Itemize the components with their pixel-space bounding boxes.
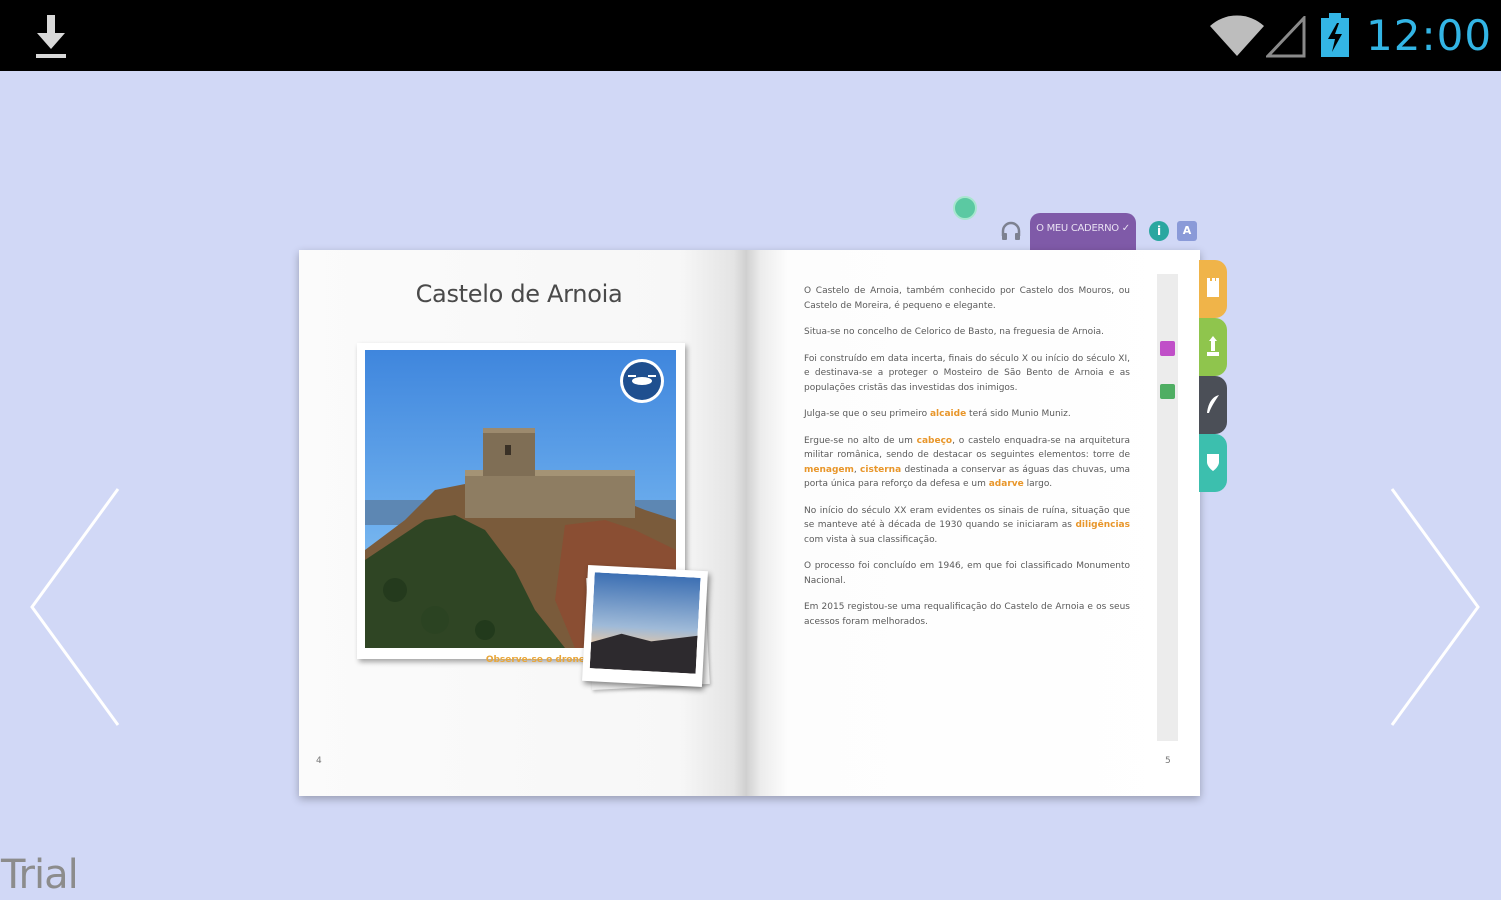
- page-left[interactable]: Castelo de Arnoia Observe-se o drone 4: [299, 250, 747, 796]
- shield-tab[interactable]: [1199, 434, 1227, 492]
- chevron-right-icon[interactable]: [1390, 487, 1482, 727]
- text-run: O processo foi concluído em 1946, em que…: [804, 561, 1130, 586]
- photo-caption[interactable]: Observe-se o drone: [467, 655, 585, 665]
- wifi-icon: [1210, 15, 1264, 56]
- pink-bookmark-icon[interactable]: [1160, 341, 1175, 356]
- share-icon[interactable]: [953, 196, 977, 220]
- body-paragraph: O Castelo de Arnoia, também conhecido po…: [804, 284, 1130, 313]
- body-paragraph: Em 2015 registou-se uma requalificação d…: [804, 600, 1130, 629]
- page-right[interactable]: O Castelo de Arnoia, também conhecido po…: [747, 250, 1200, 796]
- page-number: 5: [1165, 756, 1171, 766]
- text-run: terá sido Munio Muniz.: [966, 409, 1071, 419]
- text-run: com vista à sua classificação.: [804, 534, 938, 545]
- green-bookmark-icon[interactable]: [1160, 384, 1175, 399]
- page-number: 4: [316, 756, 322, 766]
- open-book: Castelo de Arnoia Observe-se o drone 4 O…: [299, 250, 1200, 796]
- page-title: Castelo de Arnoia: [415, 280, 623, 308]
- text-run: Em 2015 registou-se uma requalificação d…: [804, 602, 1130, 627]
- shield-icon: [1207, 454, 1219, 471]
- battery-icon: [1321, 13, 1349, 57]
- text-run: largo.: [1023, 479, 1053, 489]
- body-paragraph: Julga-se que o seu primeiro alcaide terá…: [804, 407, 1130, 422]
- castle-tab[interactable]: [1199, 260, 1227, 318]
- glossary-link[interactable]: diligências: [1075, 520, 1130, 530]
- text-run: O Castelo de Arnoia, também conhecido po…: [804, 286, 1130, 311]
- clock: 12:00: [1366, 11, 1493, 60]
- body-paragraph: Situa-se no concelho de Celorico de Bast…: [804, 325, 1130, 340]
- chevron-left-icon[interactable]: [28, 487, 120, 727]
- caderno-tab[interactable]: O MEU CADERNO ✓: [1030, 213, 1136, 250]
- glossary-link[interactable]: alcaide: [930, 409, 966, 419]
- glossary-link[interactable]: adarve: [989, 479, 1024, 489]
- body-paragraph: No início do século XX eram evidentes os…: [804, 504, 1130, 548]
- monument-icon: [1207, 336, 1219, 356]
- monument-tab[interactable]: [1199, 318, 1227, 376]
- body-paragraph: Foi construído em data incerta, finais d…: [804, 352, 1130, 396]
- headphone-icon[interactable]: [1000, 220, 1022, 242]
- quill-tab[interactable]: [1199, 376, 1227, 434]
- text-run: Ergue-se no alto de um: [804, 435, 917, 446]
- text-run: Situa-se no concelho de Celorico de Bast…: [804, 327, 1104, 337]
- status-bar: 12:00: [0, 0, 1501, 71]
- body-paragraph: Ergue-se no alto de um cabeço, o castelo…: [804, 434, 1130, 492]
- text-run: Julga-se que o seu primeiro: [804, 409, 930, 419]
- info-icon[interactable]: i: [1149, 221, 1169, 241]
- trial-watermark: Trial: [1, 852, 79, 898]
- glossary-link[interactable]: cabeço: [917, 436, 952, 446]
- text-run: Foi construído em data incerta, finais d…: [804, 353, 1130, 393]
- signal-icon: [1266, 16, 1306, 58]
- thumbnail-photo[interactable]: [582, 564, 708, 688]
- body-text: O Castelo de Arnoia, também conhecido po…: [804, 284, 1130, 641]
- download-icon[interactable]: [33, 13, 69, 61]
- drone-icon[interactable]: [619, 358, 665, 404]
- quill-icon: [1207, 395, 1219, 413]
- glossary-link[interactable]: menagem: [804, 465, 854, 475]
- font-icon[interactable]: A: [1177, 221, 1197, 241]
- glossary-link[interactable]: cisterna: [860, 465, 901, 475]
- body-paragraph: O processo foi concluído em 1946, em que…: [804, 559, 1130, 588]
- castle-icon: [1207, 278, 1219, 297]
